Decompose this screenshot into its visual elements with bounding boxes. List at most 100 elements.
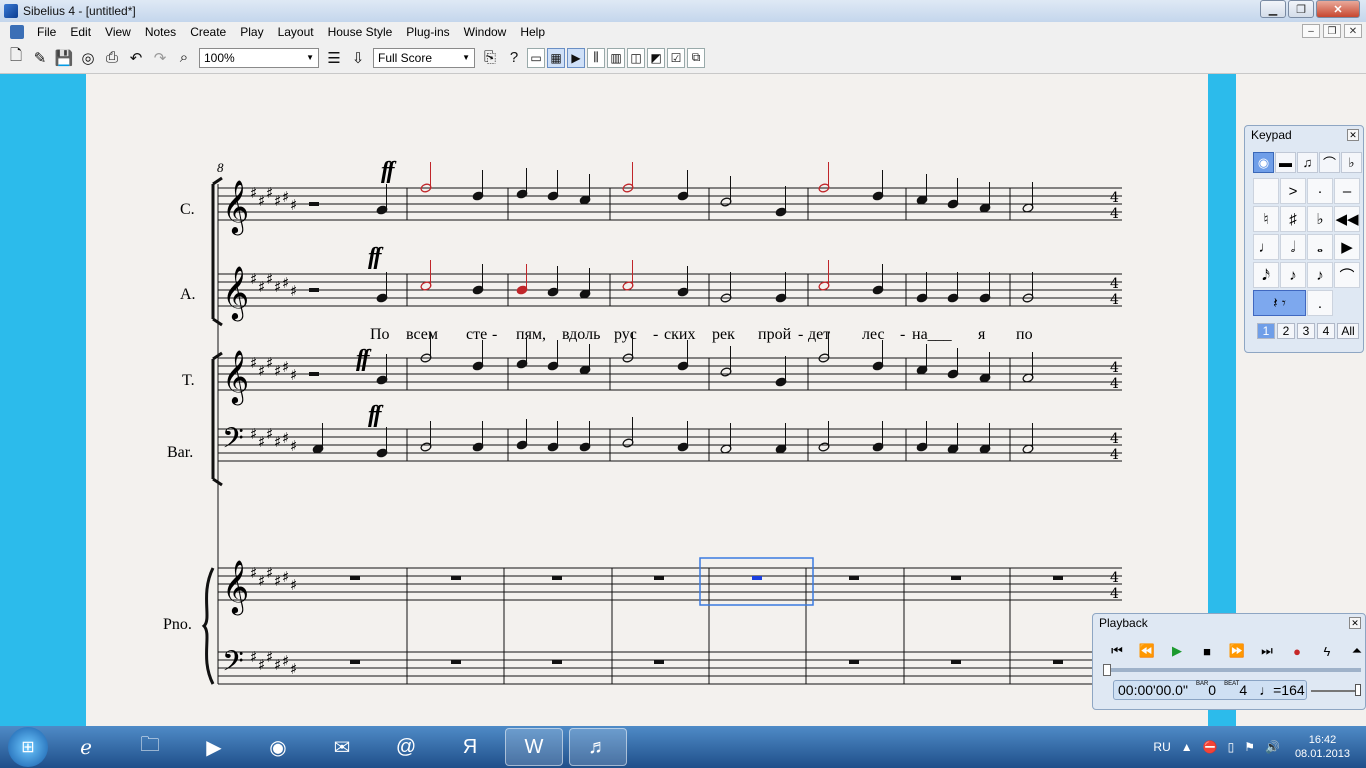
document-icon[interactable] — [10, 25, 24, 39]
staff-label-tenor[interactable]: T. — [182, 372, 195, 390]
mixer-icon[interactable]: ⫼ — [587, 47, 605, 68]
quarter-note-icon[interactable]: ♩ — [1253, 234, 1279, 260]
video-icon[interactable]: ◩ — [647, 47, 665, 68]
keypad-blank-icon[interactable] — [1253, 178, 1279, 204]
minimize-button[interactable]: ▁ — [1260, 0, 1286, 18]
lyric-syllable[interactable]: пям, — [516, 326, 546, 344]
dynamic-tenor[interactable]: ff — [356, 346, 369, 373]
doc-minimize-button[interactable]: – — [1302, 24, 1320, 38]
ideas-icon[interactable]: ◫ — [627, 47, 645, 68]
sibelius-task-icon[interactable]: ♬ — [569, 728, 627, 766]
menu-layout[interactable]: Layout — [271, 22, 321, 42]
keypad-tab-articulations-icon[interactable]: ⌒ — [1319, 152, 1340, 173]
help-icon[interactable]: ? — [502, 46, 526, 70]
zoom-icon[interactable]: ⌕ — [172, 46, 196, 70]
rest[interactable] — [451, 576, 461, 580]
playback-toggle-icon[interactable]: ▶ — [567, 47, 585, 68]
save-icon[interactable]: 💾 — [52, 46, 76, 70]
fast-forward-icon[interactable]: ⏩ — [1223, 640, 1251, 662]
lyric-syllable[interactable]: на___ — [912, 326, 952, 344]
lyric-syllable[interactable]: рус — [614, 326, 637, 344]
at-mail-icon[interactable]: @ — [377, 728, 435, 766]
play-forward-icon[interactable]: ▶ — [1334, 234, 1360, 260]
chrome-icon[interactable]: ◉ — [249, 728, 307, 766]
menu-notes[interactable]: Notes — [138, 22, 183, 42]
media-player-icon[interactable]: ▶ — [185, 728, 243, 766]
internet-explorer-icon[interactable]: ℯ — [57, 728, 115, 766]
dynamic-soprano[interactable]: ff — [381, 158, 394, 185]
doc-close-button[interactable]: ✕ — [1344, 24, 1362, 38]
go-to-start-icon[interactable]: ⏮ — [1103, 640, 1131, 662]
natural-icon[interactable]: ♮ — [1253, 206, 1279, 232]
lyric-syllable[interactable]: лес — [862, 326, 885, 344]
volume-slider-thumb[interactable] — [1355, 684, 1361, 696]
menu-plug-ins[interactable]: Plug-ins — [399, 22, 456, 42]
go-to-end-icon[interactable]: ⏭ — [1253, 640, 1281, 662]
rewind-icon[interactable]: ◀◀ — [1334, 206, 1360, 232]
extract-parts-icon[interactable]: ⎘ — [478, 46, 502, 70]
action-center-icon[interactable]: ⚑ — [1244, 740, 1255, 754]
whole-note-icon[interactable]: 𝅝 — [1307, 234, 1333, 260]
tie-icon[interactable]: ⌒ — [1334, 262, 1360, 288]
close-button[interactable]: ✕ — [1316, 0, 1360, 18]
sharp-icon[interactable]: ♯ — [1280, 206, 1306, 232]
cd-icon[interactable]: ◎ — [76, 46, 100, 70]
lyric-syllable[interactable]: - — [653, 326, 658, 344]
zoom-select[interactable]: 100% ▼ — [199, 47, 319, 68]
menu-play[interactable]: Play — [233, 22, 270, 42]
word-icon[interactable]: W — [505, 728, 563, 766]
metronome-icon[interactable]: ⏶ — [1343, 640, 1366, 662]
lyric-syllable[interactable]: по — [1016, 326, 1033, 344]
staff-label-baritone[interactable]: Bar. — [167, 444, 193, 462]
menu-window[interactable]: Window — [457, 22, 514, 42]
stop-icon[interactable]: ■ — [1193, 640, 1221, 662]
doc-restore-button[interactable]: ❐ — [1323, 24, 1341, 38]
lyric-syllable[interactable]: рек — [712, 326, 735, 344]
volume-icon[interactable]: 🔊 — [1265, 740, 1280, 754]
yandex-browser-icon[interactable]: Я — [441, 728, 499, 766]
network-icon[interactable]: ⛔ — [1203, 740, 1218, 754]
menu-house-style[interactable]: House Style — [321, 22, 400, 42]
rest[interactable] — [552, 660, 562, 664]
clock[interactable]: 16:42 08.01.2013 — [1295, 733, 1350, 761]
start-button-icon[interactable]: ⊞ — [8, 727, 48, 767]
sixteenth-note-icon[interactable]: 𝅘𝅥𝅯 — [1253, 262, 1279, 288]
tenuto-icon[interactable]: – — [1334, 178, 1360, 204]
rest[interactable] — [350, 576, 360, 580]
rest[interactable] — [350, 660, 360, 664]
menu-create[interactable]: Create — [183, 22, 233, 42]
score-info-icon[interactable]: ☰ — [322, 46, 346, 70]
language-indicator[interactable]: RU — [1153, 740, 1170, 754]
staff-label-piano[interactable]: Pno. — [163, 616, 192, 634]
keypad-close-icon[interactable]: ✕ — [1347, 129, 1359, 141]
navigator-icon[interactable]: ▭ — [527, 47, 545, 68]
layer-2-button[interactable]: 2 — [1277, 323, 1295, 339]
lyric-syllable[interactable]: - — [900, 326, 905, 344]
rest[interactable] — [309, 372, 319, 376]
rest[interactable] — [849, 660, 859, 664]
menu-help[interactable]: Help — [513, 22, 552, 42]
flexi-icon[interactable]: ⧉ — [687, 47, 705, 68]
new-file-icon[interactable]: 🗋 — [4, 46, 28, 70]
rest-icon[interactable]: 𝄽 𝄾 — [1253, 290, 1306, 316]
rest[interactable] — [654, 576, 664, 580]
layer-1-button[interactable]: 1 — [1257, 323, 1275, 339]
dynamic-baritone[interactable]: ff — [368, 402, 381, 429]
selected-rest[interactable] — [752, 576, 762, 580]
mail-icon[interactable]: ✉ — [313, 728, 371, 766]
live-tempo-icon[interactable]: ϟ — [1313, 640, 1341, 662]
maximize-button[interactable]: ❐ — [1288, 0, 1314, 18]
rest[interactable] — [654, 660, 664, 664]
rest[interactable] — [309, 288, 319, 292]
keypad-tab-notes-icon[interactable]: ▬ — [1275, 152, 1296, 173]
keypad-tab-beams-icon[interactable]: ♫ — [1297, 152, 1318, 173]
rest[interactable] — [451, 660, 461, 664]
lyric-syllable[interactable]: всем — [406, 326, 438, 344]
keypad-tab-common-icon[interactable]: ◉ — [1253, 152, 1274, 173]
file-explorer-icon[interactable]: 🗀 — [121, 728, 179, 766]
rest[interactable] — [309, 202, 319, 206]
lyric-syllable[interactable]: сте — [466, 326, 487, 344]
rest[interactable] — [951, 660, 961, 664]
score-view-select[interactable]: Full Score ▼ — [373, 47, 475, 68]
parts-icon[interactable]: ⇩ — [346, 46, 370, 70]
